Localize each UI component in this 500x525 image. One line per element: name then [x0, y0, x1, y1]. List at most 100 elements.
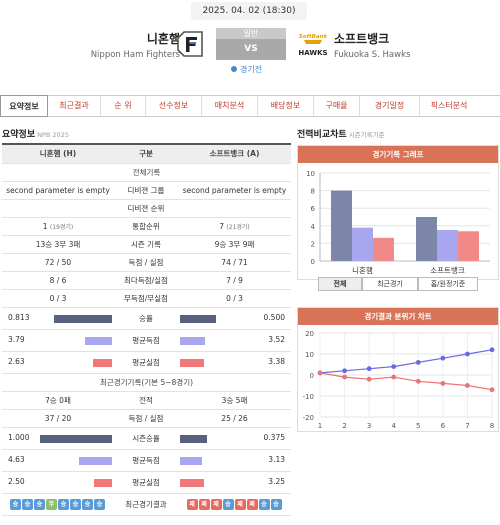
section-row: 최근경기기록(기본 5~8경기) [2, 373, 291, 392]
fighters-logo-icon [177, 31, 203, 57]
vs-label: VS [216, 39, 286, 60]
tab-pickster-analysis[interactable]: 픽스터분석 [420, 96, 478, 116]
bar-away-cell: 0.500 [178, 307, 291, 330]
row-away: 0 / 3 [178, 289, 291, 308]
bar-home [93, 358, 112, 367]
row-label: 디비젼 그룹 [114, 181, 178, 200]
data-point [489, 347, 495, 353]
bar-label: 시즌승률 [114, 427, 178, 450]
table-row: 37 / 20 득점 / 실점 25 / 26 [2, 409, 291, 428]
row-label: 무득점/무실점 [114, 289, 178, 308]
record-chart-title: 경기기록 그래프 [298, 146, 498, 163]
recent-result-chip: 승 [258, 498, 270, 510]
row-home: 1 (19경기) [2, 217, 114, 236]
filter-home-away-button[interactable]: 홈/원정기준 [418, 277, 478, 291]
bar [352, 227, 373, 261]
table-row: 디비젼 순위 [2, 199, 291, 218]
bar [416, 217, 437, 261]
bar-home-cell: 2.50 [2, 471, 114, 494]
bar-home [79, 456, 112, 465]
x-tick-label: 2 [342, 422, 346, 430]
tab-match-analysis[interactable]: 매치분석 [202, 96, 258, 116]
row-away: 7 (21경기) [178, 217, 291, 236]
bar-row-recent-avg-allowed: 2.50 평균실점 3.25 [2, 471, 291, 494]
bar-row-recent-avg-score: 4.63 평균득점 3.13 [2, 449, 291, 472]
row-away: 74 / 71 [178, 253, 291, 272]
row-home: 13승 3무 3패 [2, 235, 114, 254]
y-tick-label: 6 [311, 205, 316, 213]
bar-away-value: 3.25 [268, 476, 285, 486]
bar-away-value: 3.38 [268, 356, 285, 366]
bar-home [85, 336, 112, 345]
tab-purchase-rate[interactable]: 구매율 [314, 96, 360, 116]
tab-odds-info[interactable]: 배당정보 [258, 96, 314, 116]
table-row: 13승 3무 3패 시즌 기록 9승 3무 9패 [2, 235, 291, 254]
x-tick-label: 니혼햄 [352, 265, 373, 275]
bar-home [54, 314, 112, 323]
section-overall: 전체기록 [2, 163, 291, 182]
tab-player-info[interactable]: 선수정보 [146, 96, 202, 116]
bar-home-cell: 1.000 [2, 427, 114, 450]
y-tick-label: 10 [306, 170, 315, 178]
tab-schedule[interactable]: 경기일정 [360, 96, 420, 116]
bar-row-avg-allowed: 2.63 평균실점 3.38 [2, 351, 291, 374]
bar-away-value: 0.500 [263, 312, 285, 322]
tab-standings[interactable]: 순 위 [101, 96, 146, 116]
bar-away [180, 336, 205, 345]
filter-recent-button[interactable]: 최근경기 [362, 277, 418, 291]
compare-subtitle: 시즌기록기준 [348, 131, 385, 139]
away-team[interactable]: 소프트뱅크 Fukuoka S. Hawks [334, 30, 410, 60]
y-tick-label: -20 [303, 414, 314, 422]
away-recent-results: 패패패승패패승승 [178, 498, 291, 510]
bar-away-cell: 0.375 [178, 427, 291, 450]
bar-away-cell: 3.38 [178, 351, 291, 374]
mood-line-chart: 20 10 0 -10 -20 1 2 3 4 5 6 7 8 [303, 330, 495, 430]
tab-recent-results[interactable]: 최근결과 [48, 96, 101, 116]
filter-all-button[interactable]: 전체 [318, 277, 362, 291]
game-status: 경기전 [231, 64, 262, 75]
row-label: 전적 [114, 391, 178, 410]
svg-text:SoftBank: SoftBank [299, 34, 328, 40]
bar-away-cell: 3.13 [178, 449, 291, 472]
chart-filter-buttons: 전체 최근경기 홈/원정기준 [318, 277, 478, 291]
bar [458, 231, 479, 261]
home-team-name: 니혼햄 [146, 32, 180, 46]
bar-away-value: 3.13 [268, 454, 285, 464]
status-dot-icon [231, 66, 237, 72]
bar-row-season-winrate: 1.000 시즌승률 0.375 [2, 427, 291, 450]
y-tick-label: 0 [310, 372, 314, 380]
row-home: 0 / 3 [2, 289, 114, 308]
recent-result-chip: 무 [46, 498, 57, 510]
bar-away [180, 314, 216, 323]
recent-result-chip: 승 [34, 498, 45, 510]
bar-home [40, 434, 112, 443]
home-rank: 1 [42, 221, 48, 231]
bar-away-cell: 3.52 [178, 329, 291, 352]
table-row: 72 / 50 득점 / 실점 74 / 71 [2, 253, 291, 272]
bar-home-value: 1.000 [8, 432, 30, 442]
bar [437, 230, 458, 261]
data-point [465, 351, 470, 357]
summary-header-row: 니혼햄 (H) 구분 소프트뱅크 (A) [2, 143, 291, 164]
y-tick-label: 0 [311, 258, 315, 266]
bar-away [180, 478, 204, 487]
bar-home-value: 2.63 [8, 356, 25, 366]
data-point [317, 370, 323, 376]
tab-bar: 요약정보 최근결과 순 위 선수정보 매치분석 배당정보 구매율 경기일정 픽스… [0, 95, 500, 117]
row-home [2, 199, 114, 218]
versus-box: 일반 VS [216, 28, 286, 60]
bar-home-value: 4.63 [8, 454, 25, 464]
data-point [415, 360, 421, 365]
x-tick-label: 5 [416, 422, 420, 430]
game-status-label: 경기전 [240, 65, 263, 74]
away-team-name-en: Fukuoka S. Hawks [334, 50, 411, 60]
summary-title-text: 요약정보 [2, 130, 36, 140]
home-team[interactable]: 니혼햄 Nippon Ham Fighters [91, 30, 180, 60]
bar-home-value: 2.50 [8, 476, 25, 486]
header-away: 소프트뱅크 (A) [178, 143, 291, 164]
tab-summary[interactable]: 요약정보 [0, 95, 48, 117]
table-row: 8 / 6 최다득점/실점 7 / 9 [2, 271, 291, 290]
recent-result-chip: 패 [210, 498, 222, 510]
table-row: 7승 0패 전적 3승 5패 [2, 391, 291, 410]
bar-home-cell: 0.813 [2, 307, 114, 330]
